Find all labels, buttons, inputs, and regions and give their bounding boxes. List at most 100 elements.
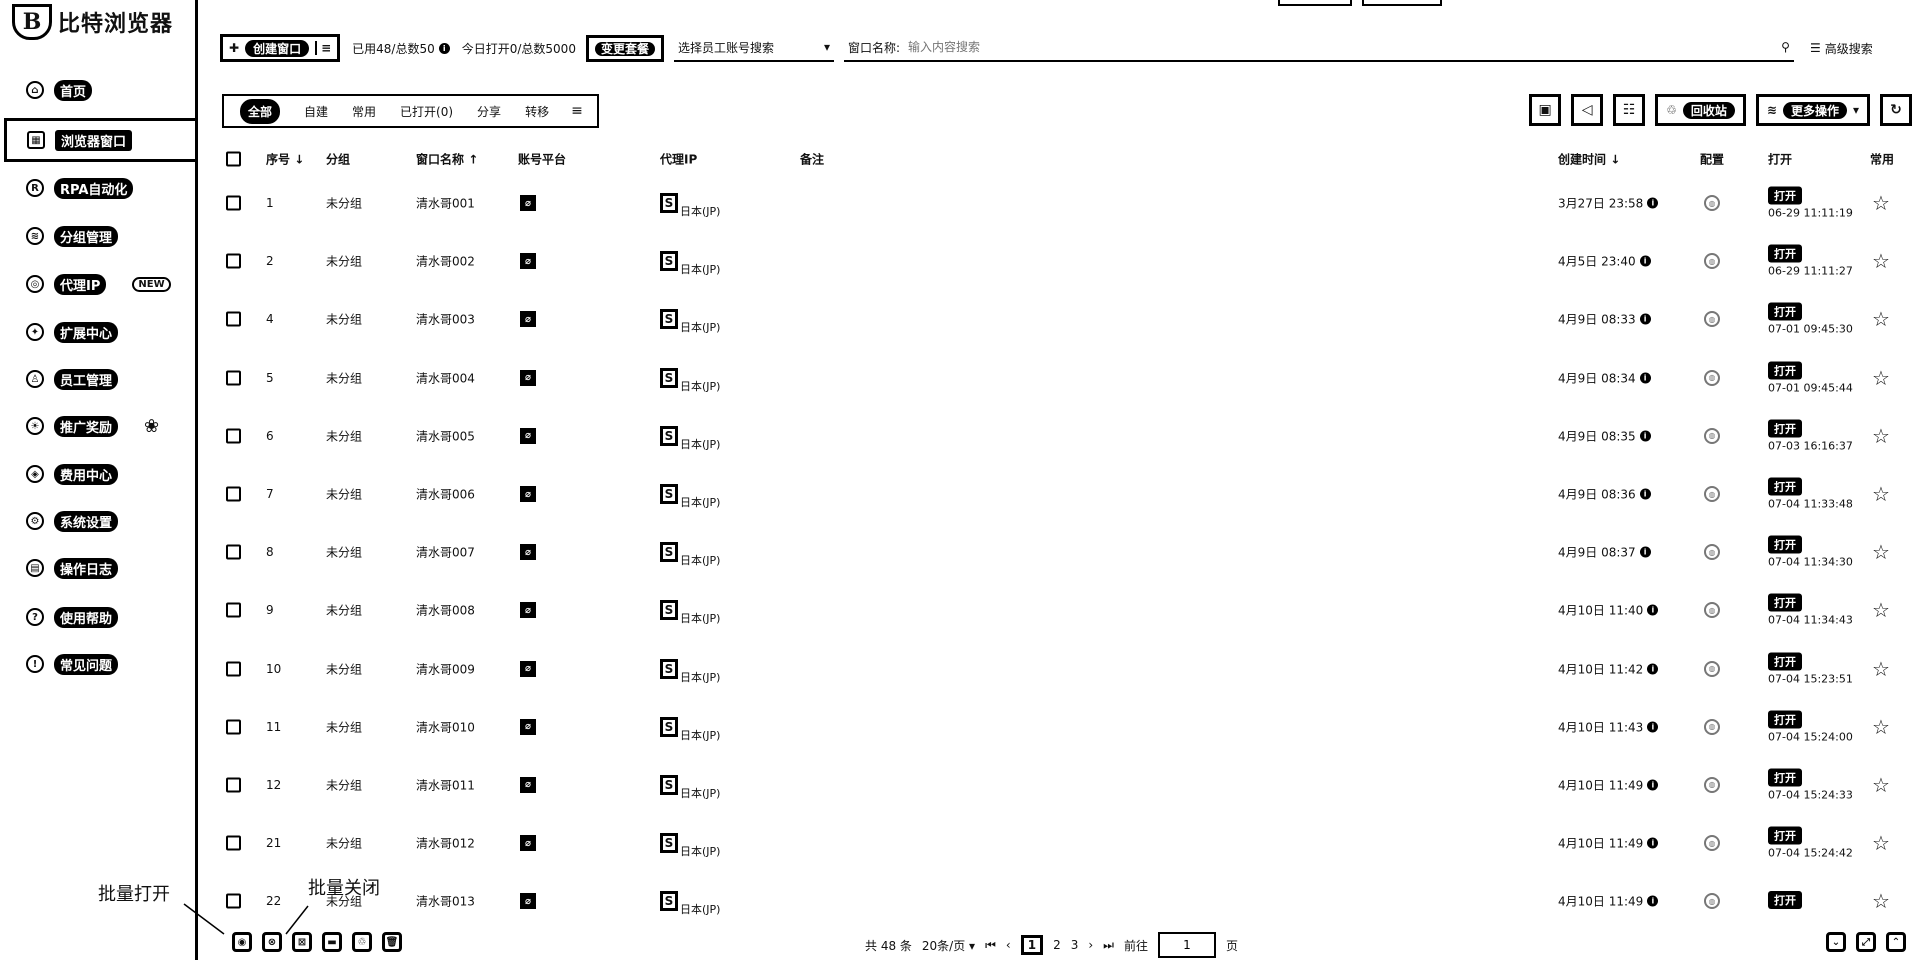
sort-icon[interactable]: ≡ (561, 103, 593, 119)
sidebar-item-11[interactable]: ? 使用帮助 (26, 603, 119, 631)
collapse-down-icon[interactable]: ⌄ (1826, 932, 1846, 952)
info-icon[interactable]: i (1639, 430, 1651, 442)
info-icon[interactable]: i (1639, 255, 1651, 267)
row-checkbox[interactable] (226, 719, 241, 735)
config-icon[interactable]: ◍ (1704, 718, 1720, 735)
config-icon[interactable]: ◍ (1704, 776, 1720, 793)
dropdown-icon[interactable]: ≡ (315, 41, 331, 55)
open-button[interactable]: 打开 (1768, 891, 1802, 910)
sidebar-item-2[interactable]: R RPA自动化 (26, 174, 134, 202)
row-window-name[interactable]: 清水哥003 (416, 311, 475, 328)
row-checkbox[interactable] (226, 486, 241, 502)
advanced-search-button[interactable]: ☰ 高级搜索 (1810, 40, 1873, 57)
table-row[interactable]: 22 未分组 清水哥013 ⌀ S 日本(JP) 4月10日 11:49 i ◍ 打开 ☆ (222, 872, 1912, 930)
table-row[interactable]: 10 未分组 清水哥009 ⌀ S 日本(JP) 4月10日 11:42 i ◍ 打开 07-04 … (222, 640, 1912, 698)
column-settings-icon[interactable]: ☷ (1613, 94, 1646, 126)
gift-icon[interactable]: ❀ (144, 416, 159, 437)
row-window-name[interactable]: 清水哥007 (416, 544, 475, 561)
sidebar-item-0[interactable]: ⌂ 首页 (26, 76, 93, 104)
sidebar-item-12[interactable]: ! 常见问题 (26, 650, 119, 678)
sidebar-item-1[interactable]: ▦ 浏览器窗口 (4, 118, 198, 162)
info-icon[interactable]: i (1647, 197, 1659, 209)
row-window-name[interactable]: 清水哥001 (416, 195, 475, 212)
sidebar-item-7[interactable]: ☀ 推广奖励 ❀ (26, 412, 159, 440)
info-icon[interactable]: i (1639, 488, 1651, 500)
open-button[interactable]: 打开 (1768, 826, 1802, 845)
batch-edit-icon[interactable]: ▣ (1529, 94, 1562, 126)
config-icon[interactable]: ◍ (1704, 544, 1720, 561)
favorite-star-icon[interactable]: ☆ (1872, 249, 1890, 273)
sidebar-item-4[interactable]: ◎ 代理IP NEW (26, 270, 171, 298)
expand-icon[interactable]: ⤢ (1856, 932, 1876, 952)
filter-tab-0[interactable]: 全部 (228, 97, 292, 125)
table-row[interactable]: 2 未分组 清水哥002 ⌀ S 日本(JP) 4月5日 23:40 i ◍ 打开 06-29 11… (222, 232, 1912, 290)
config-icon[interactable]: ◍ (1704, 253, 1720, 270)
first-page-icon[interactable]: ⏮ (985, 938, 996, 953)
favorite-star-icon[interactable]: ☆ (1872, 307, 1890, 331)
info-icon[interactable]: i (1647, 604, 1659, 616)
favorite-star-icon[interactable]: ☆ (1872, 715, 1890, 739)
recycle-bin-button[interactable]: ♲ 回收站 (1655, 94, 1746, 126)
table-row[interactable]: 8 未分组 清水哥007 ⌀ S 日本(JP) 4月9日 08:37 i ◍ 打开 07-04 11… (222, 523, 1912, 581)
row-window-name[interactable]: 清水哥005 (416, 427, 475, 444)
favorite-star-icon[interactable]: ☆ (1872, 191, 1890, 215)
page-1[interactable]: 1 (1020, 935, 1044, 955)
table-row[interactable]: 4 未分组 清水哥003 ⌀ S 日本(JP) 4月9日 08:33 i ◍ 打开 07-01 09… (222, 290, 1912, 348)
filter-tab-1[interactable]: 自建 (292, 97, 340, 125)
sidebar-item-8[interactable]: ◈ 费用中心 (26, 460, 119, 488)
info-icon[interactable]: i (438, 42, 450, 54)
row-window-name[interactable]: 清水哥002 (416, 253, 475, 270)
create-window-button[interactable]: ✚ 创建窗口 ≡ (220, 34, 341, 62)
batch-recycle-icon[interactable]: ♲ (352, 932, 372, 952)
config-icon[interactable]: ◍ (1704, 369, 1720, 386)
row-window-name[interactable]: 清水哥009 (416, 660, 475, 677)
row-checkbox[interactable] (226, 835, 241, 851)
batch-delete-icon[interactable]: 🗑 (382, 932, 402, 952)
refresh-icon[interactable]: ↻ (1880, 94, 1912, 126)
open-button[interactable]: 打开 (1768, 652, 1802, 671)
table-row[interactable]: 5 未分组 清水哥004 ⌀ S 日本(JP) 4月9日 08:34 i ◍ 打开 07-01 09… (222, 349, 1912, 407)
info-icon[interactable]: i (1647, 663, 1659, 675)
favorite-star-icon[interactable]: ☆ (1872, 366, 1890, 390)
config-icon[interactable]: ◍ (1704, 893, 1720, 910)
share-icon[interactable]: ◁ (1571, 94, 1604, 126)
info-icon[interactable]: i (1639, 546, 1651, 558)
favorite-star-icon[interactable]: ☆ (1872, 424, 1890, 448)
favorite-star-icon[interactable]: ☆ (1872, 657, 1890, 681)
open-button[interactable]: 打开 (1768, 768, 1802, 787)
favorite-star-icon[interactable]: ☆ (1872, 831, 1890, 855)
row-window-name[interactable]: 清水哥013 (416, 893, 475, 910)
sidebar-item-6[interactable]: ♙ 员工管理 (26, 365, 119, 393)
info-icon[interactable]: i (1647, 837, 1659, 849)
open-button[interactable]: 打开 (1768, 361, 1802, 380)
row-window-name[interactable]: 清水哥011 (416, 776, 475, 793)
header-created[interactable]: 创建时间 ↓ (1558, 151, 1620, 168)
row-checkbox[interactable] (226, 253, 241, 269)
top-control-1[interactable] (1278, 0, 1352, 6)
prev-page-icon[interactable]: ‹ (1006, 938, 1011, 952)
row-checkbox[interactable] (226, 544, 241, 560)
row-window-name[interactable]: 清水哥010 (416, 718, 475, 735)
sidebar-item-5[interactable]: ✦ 扩展中心 (26, 318, 119, 346)
filter-tab-2[interactable]: 常用 (340, 97, 388, 125)
open-button[interactable]: 打开 (1768, 477, 1802, 496)
last-page-icon[interactable]: ⏭ (1103, 938, 1114, 953)
table-row[interactable]: 6 未分组 清水哥005 ⌀ S 日本(JP) 4月9日 08:35 i ◍ 打开 07-03 16… (222, 407, 1912, 465)
row-checkbox[interactable] (226, 602, 241, 618)
sidebar-item-10[interactable]: ▤ 操作日志 (26, 554, 119, 582)
row-window-name[interactable]: 清水哥004 (416, 369, 475, 386)
info-icon[interactable]: i (1639, 313, 1651, 325)
open-button[interactable]: 打开 (1768, 186, 1802, 205)
header-index[interactable]: 序号 ↓ (266, 151, 304, 168)
info-icon[interactable]: i (1647, 895, 1659, 907)
select-all-checkbox[interactable] (226, 151, 241, 167)
top-control-2[interactable] (1362, 0, 1442, 6)
config-icon[interactable]: ◍ (1704, 602, 1720, 619)
config-icon[interactable]: ◍ (1704, 427, 1720, 444)
table-row[interactable]: 12 未分组 清水哥011 ⌀ S 日本(JP) 4月10日 11:49 i ◍ 打开 07-04 … (222, 756, 1912, 814)
open-button[interactable]: 打开 (1768, 244, 1802, 263)
filter-tab-5[interactable]: 转移 (513, 97, 561, 125)
info-icon[interactable]: i (1647, 721, 1659, 733)
open-button[interactable]: 打开 (1768, 419, 1802, 438)
search-icon[interactable]: ⚲ (1781, 40, 1790, 54)
